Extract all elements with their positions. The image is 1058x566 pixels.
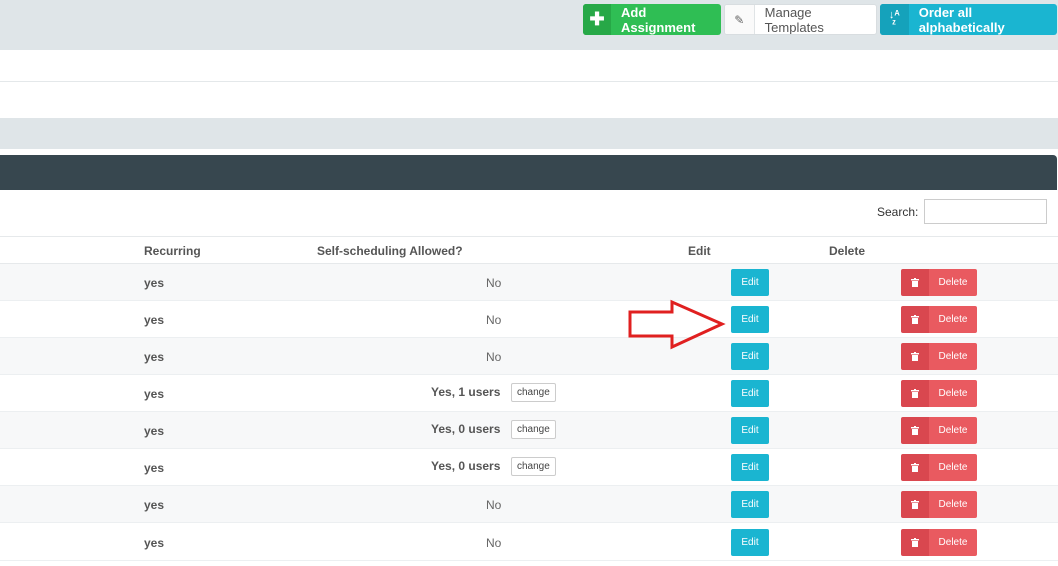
delete-label: Delete — [929, 306, 977, 333]
table-row: yes No Edit Delete — [0, 301, 1058, 338]
delete-label: Delete — [929, 380, 977, 407]
manage-templates-button[interactable]: ✎ Manage Templates — [724, 4, 877, 35]
table-row: yes No Edit Delete — [0, 524, 1058, 561]
edit-button[interactable]: Edit — [731, 454, 769, 481]
sort-alpha-icon: ↓ᴬ ᶻ — [880, 4, 909, 35]
delete-column-header: Delete — [829, 244, 866, 258]
delete-button[interactable]: Delete — [901, 269, 977, 296]
self-scheduling-value: Yes, 0 users — [431, 459, 501, 473]
recurring-value: yes — [144, 276, 165, 290]
self-scheduling-value: No — [486, 498, 502, 512]
delete-button[interactable]: Delete — [901, 491, 977, 518]
delete-button[interactable]: Delete — [901, 380, 977, 407]
recurring-column-header[interactable]: Recurring — [144, 244, 201, 258]
table-row: yes Yes, 0 users change Edit Delete — [0, 449, 1058, 486]
self-scheduling-value: Yes, 0 users — [431, 422, 501, 436]
edit-column-header: Edit — [688, 244, 711, 258]
recurring-value: yes — [144, 350, 165, 364]
self-scheduling-value: No — [486, 313, 502, 327]
right-arrow-icon — [628, 299, 726, 350]
edit-button[interactable]: Edit — [731, 380, 769, 407]
self-scheduling-value: No — [486, 536, 502, 550]
self-scheduling-column-header[interactable]: Self-scheduling Allowed? — [317, 244, 463, 258]
trash-icon — [901, 529, 929, 556]
edit-button[interactable]: Edit — [731, 343, 769, 370]
trash-icon — [901, 380, 929, 407]
trash-icon — [901, 343, 929, 370]
change-button[interactable]: change — [511, 383, 556, 402]
table-header: Recurring Self-scheduling Allowed? Edit … — [0, 236, 1058, 264]
order-alphabetically-label: Order all alphabetically — [918, 4, 1005, 35]
delete-label: Delete — [929, 491, 977, 518]
recurring-value: yes — [144, 424, 165, 438]
manage-templates-label: Manage Templates — [764, 4, 824, 35]
add-assignment-label: Add Assignment — [621, 4, 696, 35]
delete-label: Delete — [929, 343, 977, 370]
edit-icon: ✎ — [725, 5, 755, 34]
trash-icon — [901, 306, 929, 333]
self-scheduling-value: No — [486, 276, 502, 290]
table-row: yes No Edit Delete — [0, 486, 1058, 523]
delete-label: Delete — [929, 269, 977, 296]
trash-icon — [901, 417, 929, 444]
divider — [0, 81, 1058, 82]
edit-button[interactable]: Edit — [731, 269, 769, 296]
delete-button[interactable]: Delete — [901, 417, 977, 444]
delete-button[interactable]: Delete — [901, 306, 977, 333]
edit-button[interactable]: Edit — [731, 306, 769, 333]
panel-header — [0, 155, 1057, 190]
order-alphabetically-button[interactable]: ↓ᴬ ᶻ Order all alphabetically — [880, 4, 1057, 35]
trash-icon — [901, 269, 929, 296]
plus-icon: ✚ — [583, 4, 612, 35]
trash-icon — [901, 491, 929, 518]
delete-button[interactable]: Delete — [901, 343, 977, 370]
self-scheduling-value: Yes, 1 users — [431, 385, 501, 399]
delete-button[interactable]: Delete — [901, 454, 977, 481]
search-label: Search: — [877, 204, 919, 219]
edit-button[interactable]: Edit — [731, 491, 769, 518]
add-assignment-button[interactable]: ✚ Add Assignment — [583, 4, 721, 35]
recurring-value: yes — [144, 387, 165, 401]
section-bar — [0, 118, 1058, 149]
top-toolbar: ✚ Add Assignment ✎ Manage Templates ↓ᴬ ᶻ… — [0, 0, 1058, 50]
recurring-value: yes — [144, 313, 165, 327]
delete-button[interactable]: Delete — [901, 529, 977, 556]
search-input[interactable] — [924, 199, 1048, 224]
recurring-value: yes — [144, 498, 165, 512]
search-box: Search: — [877, 199, 1048, 224]
change-button[interactable]: change — [511, 457, 556, 476]
change-button[interactable]: change — [511, 420, 556, 439]
table-row: yes Yes, 0 users change Edit Delete — [0, 412, 1058, 449]
recurring-value: yes — [144, 461, 165, 475]
table-row: yes No Edit Delete — [0, 264, 1058, 301]
table-row: yes No Edit Delete — [0, 338, 1058, 375]
delete-label: Delete — [929, 417, 977, 444]
recurring-value: yes — [144, 536, 165, 550]
delete-label: Delete — [929, 454, 977, 481]
table-row: yes Yes, 1 users change Edit Delete — [0, 375, 1058, 412]
self-scheduling-value: No — [486, 350, 502, 364]
delete-label: Delete — [929, 529, 977, 556]
edit-button[interactable]: Edit — [731, 529, 769, 556]
edit-button[interactable]: Edit — [731, 417, 769, 444]
trash-icon — [901, 454, 929, 481]
